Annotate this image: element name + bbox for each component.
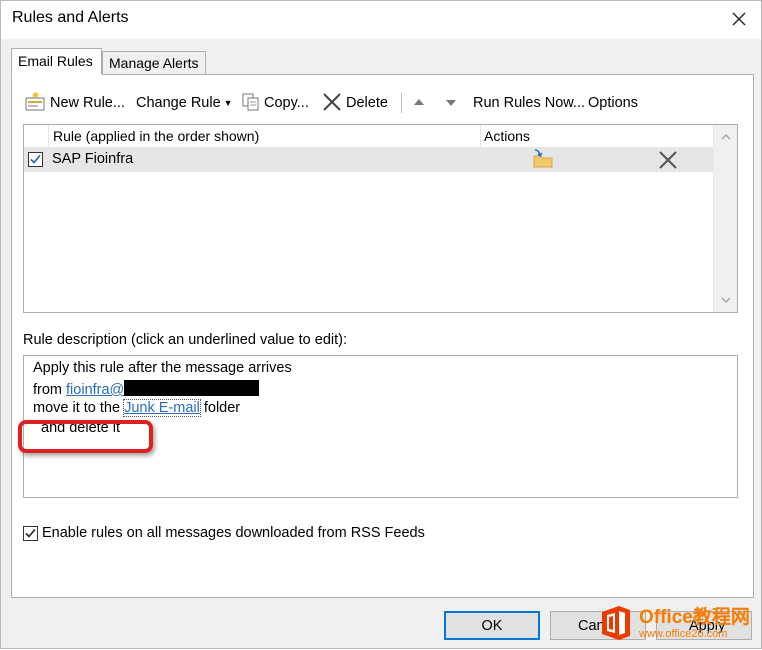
rss-rules-option[interactable]: Enable rules on all messages downloaded … bbox=[23, 525, 425, 541]
description-text: move it to the bbox=[33, 400, 125, 416]
copy-rule-button[interactable]: Copy... bbox=[241, 91, 309, 115]
arrow-down-icon bbox=[443, 92, 459, 115]
sender-address-link[interactable]: fioinfra@ bbox=[66, 382, 124, 398]
site-watermark: Office教程网 www.office26.com bbox=[593, 599, 762, 650]
close-icon[interactable] bbox=[725, 5, 753, 33]
column-divider bbox=[48, 125, 49, 148]
description-line: move it to the Junk E-mail folder bbox=[33, 399, 241, 417]
checkmark-icon bbox=[25, 528, 36, 538]
move-to-folder-icon bbox=[532, 149, 554, 172]
rule-enabled-checkbox[interactable] bbox=[28, 152, 43, 167]
column-divider bbox=[480, 125, 481, 148]
description-line: Apply this rule after the message arrive… bbox=[33, 360, 292, 376]
tab-label: Email Rules bbox=[18, 53, 93, 69]
office-logo-icon bbox=[599, 604, 633, 645]
column-header-rule[interactable]: Rule (applied in the order shown) bbox=[53, 128, 259, 144]
change-rule-button[interactable]: Change Rule ▼ bbox=[136, 91, 233, 115]
description-line: from fioinfra@ bbox=[33, 380, 260, 398]
toolbar-separator bbox=[401, 93, 402, 113]
rules-toolbar: New Rule... Change Rule ▼ Copy... Delete bbox=[15, 91, 715, 115]
new-rule-button[interactable]: New Rule... bbox=[25, 91, 125, 115]
copy-label: Copy... bbox=[264, 95, 309, 111]
new-rule-label: New Rule... bbox=[50, 95, 125, 111]
change-rule-label: Change Rule bbox=[136, 95, 221, 111]
copy-icon bbox=[241, 92, 261, 115]
arrow-up-icon bbox=[411, 92, 427, 115]
tab-manage-alerts[interactable]: Manage Alerts bbox=[102, 51, 206, 75]
scroll-up-icon[interactable] bbox=[720, 129, 732, 145]
move-up-button[interactable] bbox=[411, 91, 427, 115]
run-rules-now-label: Run Rules Now... bbox=[473, 95, 586, 111]
rss-checkbox[interactable] bbox=[23, 525, 38, 541]
chevron-down-icon: ▼ bbox=[223, 98, 233, 108]
target-folder-link[interactable]: Junk E-mail bbox=[123, 399, 201, 417]
list-header: Rule (applied in the order shown) Action… bbox=[24, 125, 713, 148]
description-text: from bbox=[33, 382, 67, 398]
delete-icon bbox=[321, 92, 343, 115]
watermark-url: www.office26.com bbox=[639, 628, 728, 640]
delete-action-icon bbox=[657, 150, 679, 173]
title-bar: Rules and Alerts bbox=[1, 1, 761, 39]
column-header-actions[interactable]: Actions bbox=[484, 128, 530, 144]
rule-description-label: Rule description (click an underlined va… bbox=[23, 332, 348, 348]
rules-and-alerts-dialog: Rules and Alerts Manage Alerts Email Rul… bbox=[0, 0, 762, 649]
ok-label: OK bbox=[481, 617, 503, 634]
ok-button[interactable]: OK bbox=[444, 611, 540, 640]
options-button[interactable]: Options bbox=[588, 91, 638, 115]
description-text: folder bbox=[199, 400, 241, 416]
vertical-scrollbar[interactable] bbox=[713, 125, 737, 312]
redacted-block bbox=[124, 380, 260, 396]
red-highlight-annotation bbox=[18, 420, 153, 453]
new-rule-icon bbox=[25, 91, 49, 115]
options-label: Options bbox=[588, 95, 638, 111]
tab-email-rules[interactable]: Email Rules bbox=[11, 48, 102, 75]
rss-option-label: Enable rules on all messages downloaded … bbox=[42, 525, 425, 541]
watermark-title: Office教程网 bbox=[639, 607, 750, 628]
run-rules-now-button[interactable]: Run Rules Now... bbox=[473, 91, 585, 115]
rule-name: SAP Fioinfra bbox=[52, 151, 134, 167]
delete-label: Delete bbox=[346, 95, 388, 111]
tab-label: Manage Alerts bbox=[109, 55, 199, 71]
move-down-button[interactable] bbox=[443, 91, 459, 115]
scroll-down-icon[interactable] bbox=[720, 292, 732, 308]
checkmark-icon bbox=[30, 154, 41, 164]
delete-rule-button[interactable]: Delete bbox=[321, 91, 388, 115]
rules-list[interactable]: Rule (applied in the order shown) Action… bbox=[23, 124, 738, 313]
rule-row[interactable]: SAP Fioinfra bbox=[24, 148, 713, 172]
watermark-text: Office教程网 www.office26.com bbox=[639, 608, 750, 641]
window-title: Rules and Alerts bbox=[12, 9, 129, 26]
